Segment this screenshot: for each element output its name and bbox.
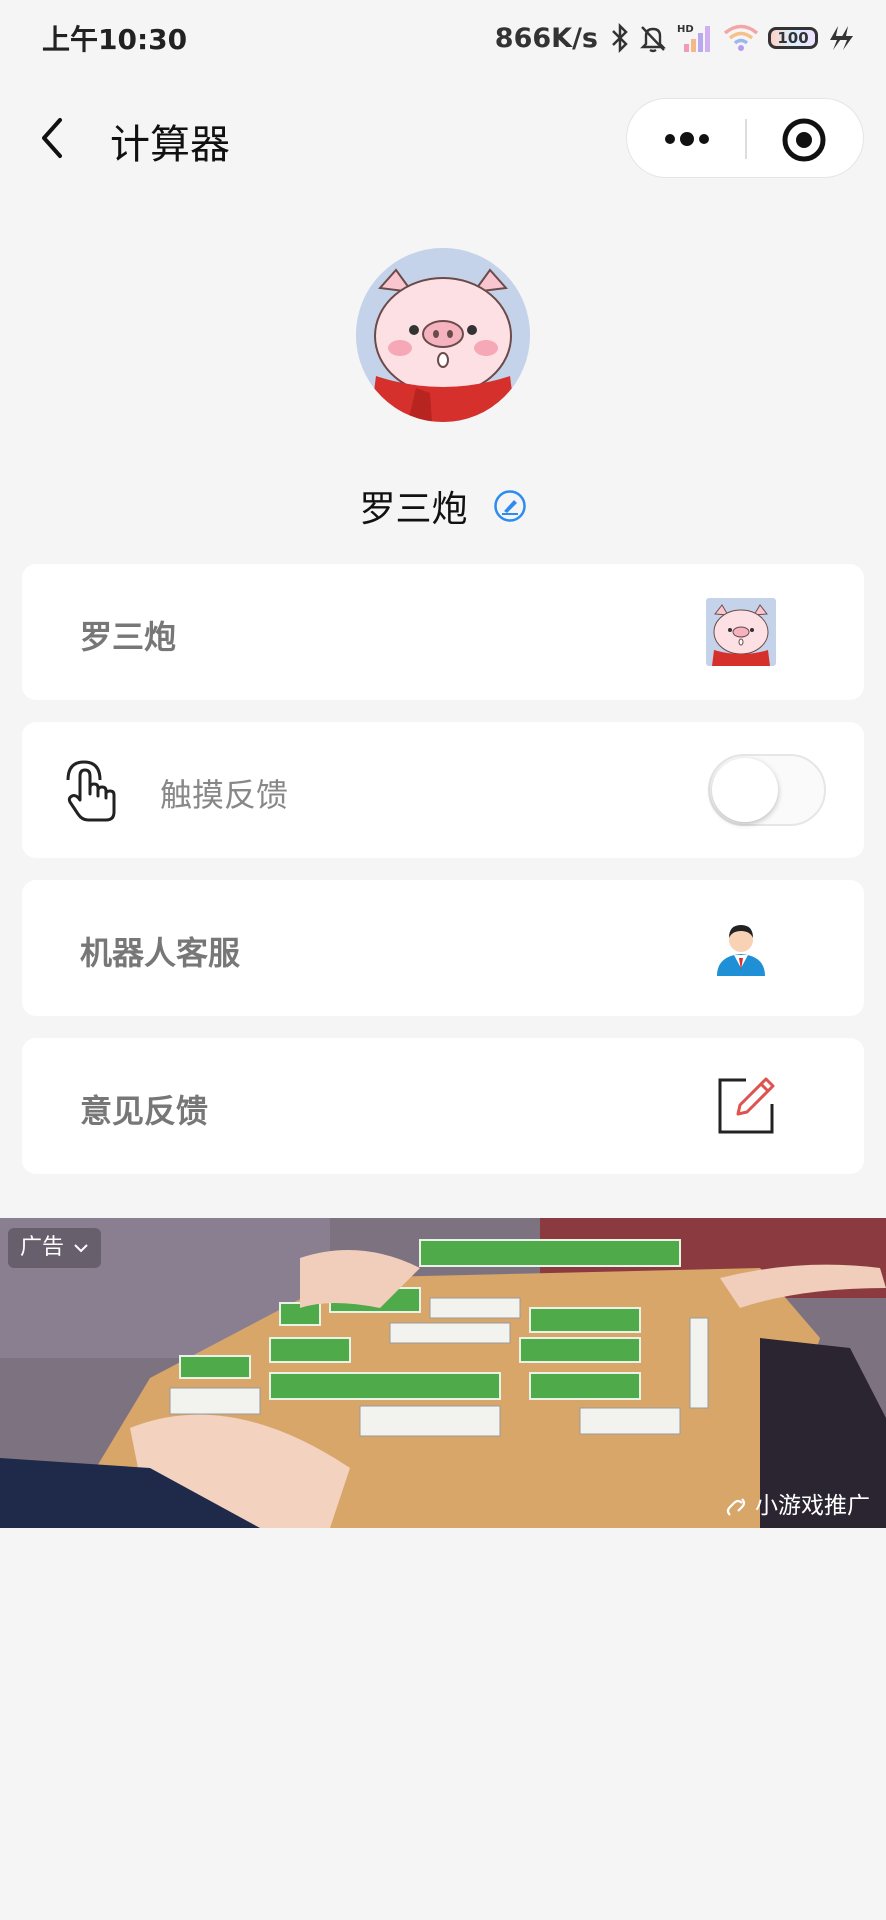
page-title: 计算器 — [110, 122, 230, 168]
charging-icon — [826, 23, 854, 53]
close-mini-program-button[interactable] — [777, 113, 831, 167]
feedback-card[interactable]: 意见反馈 — [22, 1038, 864, 1174]
mute-bell-icon — [638, 23, 668, 53]
edit-pencil-icon — [493, 490, 526, 522]
back-button[interactable] — [34, 110, 74, 166]
chevron-down-icon — [74, 1244, 88, 1253]
status-bar: 上午10:30 866K/s HD 100 — [0, 0, 886, 76]
account-card[interactable]: 罗三炮 — [22, 564, 864, 700]
toggle-knob — [712, 758, 778, 822]
account-avatar-thumbnail — [706, 598, 776, 666]
ad-tag[interactable]: 广告 — [8, 1228, 102, 1268]
haptic-feedback-card: 触摸反馈 — [22, 722, 864, 858]
network-speed: 866K/s — [494, 22, 598, 54]
navigation-bar: 计算器 — [0, 90, 886, 186]
touch-hand-icon — [62, 756, 122, 826]
mini-program-capsule — [626, 98, 864, 178]
compose-feedback-icon — [716, 1074, 778, 1136]
ad-banner[interactable]: 广告 小游戏推广 — [0, 1218, 886, 1528]
haptic-feedback-toggle[interactable] — [708, 754, 826, 826]
customer-service-icon — [714, 918, 768, 978]
target-close-icon — [782, 118, 826, 162]
signal-hd-icon: HD — [676, 22, 714, 54]
nickname-row: 罗三炮 — [0, 480, 886, 530]
chevron-left-icon — [42, 118, 62, 158]
capsule-divider — [745, 119, 747, 159]
ad-tag-label: 广告 — [20, 1235, 65, 1260]
battery-indicator: 100 — [768, 27, 818, 49]
status-icons: 866K/s HD 100 — [495, 18, 854, 58]
status-time: 上午10:30 — [42, 23, 188, 56]
haptic-feedback-label: 触摸反馈 — [160, 776, 289, 814]
bluetooth-icon — [610, 23, 630, 53]
feedback-label: 意见反馈 — [80, 1092, 209, 1130]
mahjong-ad-image — [0, 1218, 886, 1528]
robot-service-card[interactable]: 机器人客服 — [22, 880, 864, 1016]
account-label: 罗三炮 — [80, 618, 177, 656]
more-dots-icon — [665, 132, 709, 146]
edit-nickname-button[interactable] — [493, 489, 527, 523]
avatar[interactable] — [356, 248, 530, 422]
mini-game-link-icon — [726, 1497, 745, 1516]
more-button[interactable] — [657, 121, 717, 157]
ad-source-label: 小游戏推广 — [755, 1493, 870, 1519]
ad-source: 小游戏推广 — [716, 1486, 878, 1526]
robot-service-label: 机器人客服 — [80, 934, 241, 972]
wifi-icon — [722, 22, 760, 54]
pig-avatar-icon — [706, 598, 776, 666]
nickname: 罗三炮 — [359, 489, 468, 530]
svg-text:HD: HD — [677, 24, 694, 35]
pig-avatar-icon — [356, 248, 530, 422]
